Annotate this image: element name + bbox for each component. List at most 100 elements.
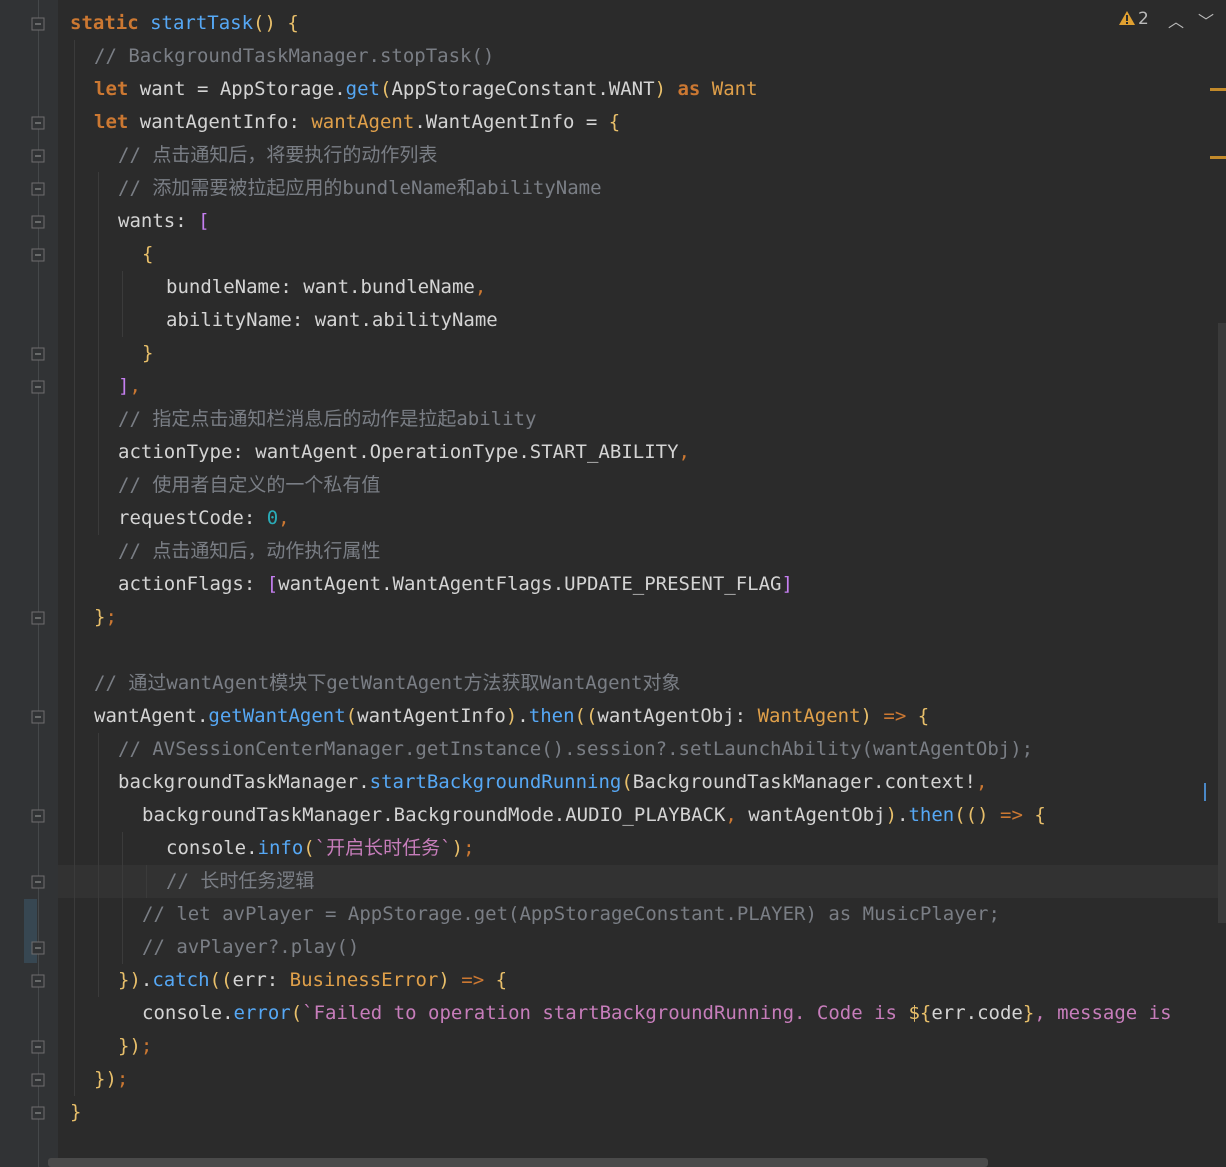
code-line[interactable]: // AVSessionCenterManager.getInstance().… <box>118 733 1033 766</box>
code-line[interactable]: // 使用者自定义的一个私有值 <box>118 469 380 502</box>
fold-toggle-icon[interactable] <box>31 149 45 163</box>
code-token: // 点击通知后，动作执行属性 <box>118 540 381 562</box>
fold-toggle-icon[interactable] <box>31 248 45 262</box>
code-line[interactable]: }; <box>94 601 117 634</box>
code-line[interactable]: // 长时任务逻辑 <box>166 865 314 898</box>
code-token: , <box>678 441 690 463</box>
code-token: { <box>1034 804 1046 826</box>
code-token: // 通过wantAgent模块下getWantAgent方法获取WantAge… <box>94 672 681 694</box>
code-line[interactable]: requestCode: 0, <box>118 502 290 535</box>
code-token: ; <box>105 606 117 628</box>
code-line[interactable]: // 指定点击通知栏消息后的动作是拉起ability <box>118 403 536 436</box>
code-line[interactable]: abilityName: want.abilityName <box>166 304 498 337</box>
vertical-scrollbar[interactable] <box>1218 323 1226 923</box>
code-token: actionFlags: <box>118 573 267 595</box>
code-line[interactable]: }); <box>94 1063 128 1096</box>
code-token: // 指定点击通知栏消息后的动作是拉起ability <box>118 408 537 430</box>
code-token: // avPlayer?.play() <box>142 936 360 958</box>
code-token: , message is <box>1034 1002 1172 1024</box>
code-token: err: <box>232 969 290 991</box>
code-line[interactable]: // 点击通知后，动作执行属性 <box>118 535 380 568</box>
editor-gutter <box>0 0 58 1167</box>
inspection-widget[interactable]: 2 ︿ ﹀ <box>1116 0 1226 40</box>
code-line[interactable]: static startTask() { <box>70 7 299 40</box>
fold-toggle-icon[interactable] <box>31 809 45 823</box>
code-line[interactable]: }); <box>118 1030 152 1063</box>
code-token: BusinessError <box>289 969 439 991</box>
fold-toggle-icon[interactable] <box>31 116 45 130</box>
fold-toggle-icon[interactable] <box>31 380 45 394</box>
code-token: => <box>461 969 496 991</box>
code-line[interactable]: actionType: wantAgent.OperationType.STAR… <box>118 436 690 469</box>
code-token: // 添加需要被拉起应用的bundleName和abilityName <box>118 177 602 199</box>
code-line[interactable]: wants: [ <box>118 205 210 238</box>
code-token: want = AppStorage. <box>139 78 346 100</box>
code-token: { <box>495 969 508 991</box>
indent-guide <box>74 40 75 1096</box>
code-token: . <box>897 804 909 826</box>
fold-toggle-icon[interactable] <box>31 215 45 229</box>
code-line[interactable]: actionFlags: [wantAgent.WantAgentFlags.U… <box>118 568 793 601</box>
warning-count: 2 <box>1138 9 1149 29</box>
code-line[interactable]: }).catch((err: BusinessError) => { <box>118 964 507 997</box>
code-token: . <box>140 969 153 991</box>
chevron-up-icon[interactable]: ︿ <box>1168 8 1184 32</box>
code-token: }) <box>118 1035 141 1057</box>
code-token: .WantAgentInfo = <box>414 111 609 133</box>
code-token: wants: <box>118 210 199 232</box>
code-token: wantAgent.WantAgentFlags.UPDATE_PRESENT_… <box>278 573 782 595</box>
fold-toggle-icon[interactable] <box>31 611 45 625</box>
code-token: => <box>1000 804 1035 826</box>
warning-stripe-marker[interactable] <box>1210 88 1226 91</box>
code-token: (() <box>954 804 1000 826</box>
code-line[interactable]: let want = AppStorage.get(AppStorageCons… <box>94 73 758 106</box>
indent-guide <box>122 832 123 964</box>
code-token: then <box>908 804 955 826</box>
code-line[interactable]: // avPlayer?.play() <box>142 931 359 964</box>
warning-stripe-marker[interactable] <box>1210 156 1226 159</box>
chevron-down-icon[interactable]: ﹀ <box>1198 8 1214 32</box>
code-token: `Failed to operation startBackgroundRunn… <box>302 1002 909 1024</box>
code-line[interactable]: // let avPlayer = AppStorage.get(AppStor… <box>142 898 1000 931</box>
code-editor[interactable]: static startTask() {// BackgroundTaskMan… <box>58 0 1226 1167</box>
code-token: , <box>975 771 988 793</box>
code-line[interactable]: // 点击通知后，将要执行的动作列表 <box>118 139 437 172</box>
code-token: ] <box>781 573 793 595</box>
fold-toggle-icon[interactable] <box>31 17 45 31</box>
code-line[interactable]: console.info(`开启长时任务`); <box>166 832 475 865</box>
code-line[interactable]: } <box>70 1096 81 1129</box>
code-token: , <box>129 375 141 397</box>
fold-toggle-icon[interactable] <box>31 974 45 988</box>
code-token: abilityName: want.abilityName <box>166 309 498 331</box>
fold-toggle-icon[interactable] <box>31 1040 45 1054</box>
code-token: { <box>142 243 154 265</box>
code-line[interactable]: console.error(`Failed to operation start… <box>142 997 1172 1030</box>
fold-toggle-icon[interactable] <box>31 941 45 955</box>
code-token: // AVSessionCenterManager.getInstance().… <box>118 738 1034 760</box>
fold-toggle-icon[interactable] <box>31 1106 45 1120</box>
code-line[interactable]: let wantAgentInfo: wantAgent.WantAgentIn… <box>94 106 620 139</box>
code-token: backgroundTaskManager.BackgroundMode.AUD… <box>142 804 726 826</box>
code-token: => <box>883 705 918 727</box>
code-token: AppStorageConstant.WANT <box>391 78 655 100</box>
fold-toggle-icon[interactable] <box>31 347 45 361</box>
code-token: } <box>94 606 106 628</box>
code-line[interactable]: { <box>142 238 153 271</box>
code-token: , <box>474 276 487 298</box>
horizontal-scrollbar[interactable] <box>48 1158 988 1167</box>
code-line[interactable]: bundleName: want.bundleName, <box>166 271 486 304</box>
code-line[interactable]: wantAgent.getWantAgent(wantAgentInfo).th… <box>94 700 929 733</box>
code-token: console. <box>166 837 258 859</box>
code-line[interactable]: } <box>142 337 153 370</box>
code-line[interactable]: // BackgroundTaskManager.stopTask() <box>94 40 494 73</box>
code-line[interactable]: // 通过wantAgent模块下getWantAgent方法获取WantAge… <box>94 667 681 700</box>
fold-toggle-icon[interactable] <box>31 875 45 889</box>
fold-toggle-icon[interactable] <box>31 1073 45 1087</box>
code-line[interactable]: backgroundTaskManager.startBackgroundRun… <box>118 766 987 799</box>
code-token: ) <box>438 969 462 991</box>
fold-toggle-icon[interactable] <box>31 710 45 724</box>
code-line[interactable]: // 添加需要被拉起应用的bundleName和abilityName <box>118 172 602 205</box>
code-line[interactable]: ], <box>118 370 141 403</box>
code-line[interactable]: backgroundTaskManager.BackgroundMode.AUD… <box>142 799 1046 832</box>
fold-toggle-icon[interactable] <box>31 182 45 196</box>
